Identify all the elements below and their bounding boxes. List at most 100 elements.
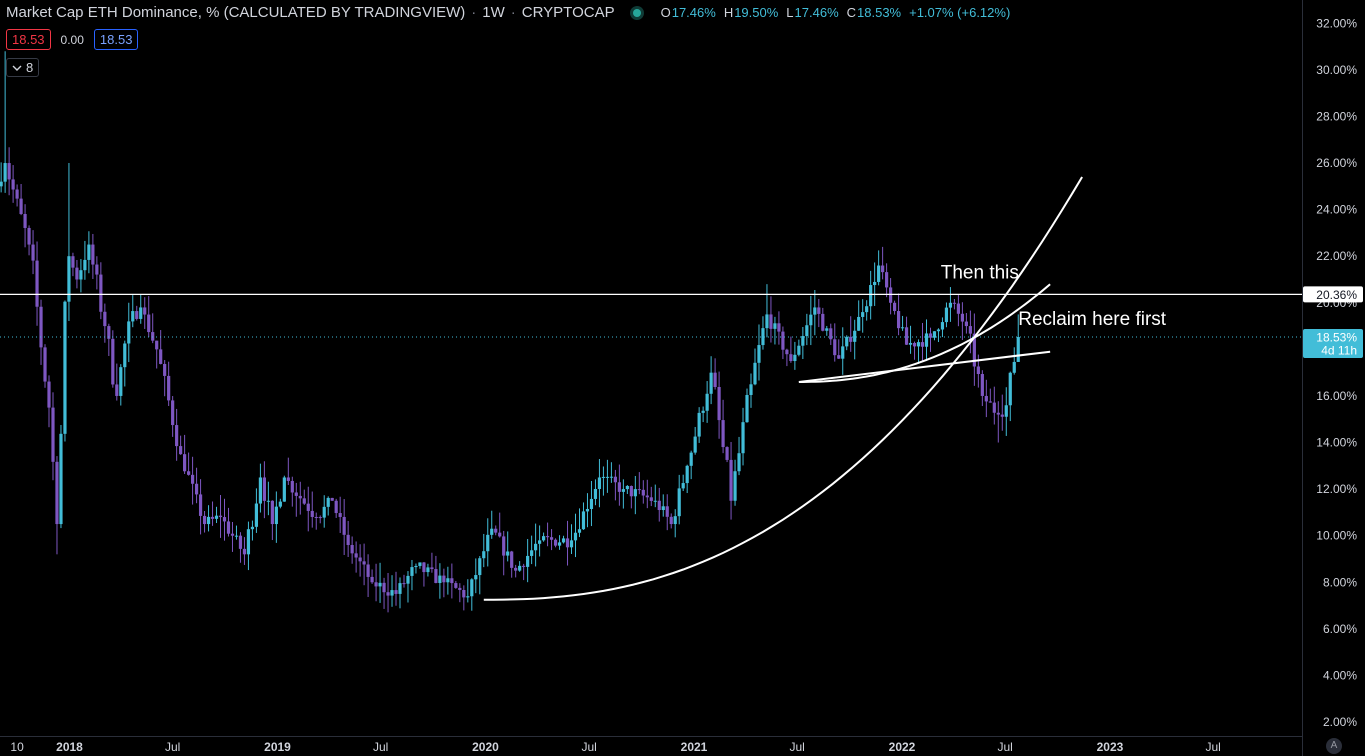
candle-body [95,264,99,275]
candle-body [617,482,621,492]
candle-body [697,412,701,437]
symbol-title[interactable]: Market Cap ETH Dominance, % (CALCULATED … [6,4,465,21]
spread-value: 0.00 [60,32,84,47]
candle-body [833,339,837,356]
candle-body [725,447,729,460]
indicators-toggle-button[interactable]: 8 [6,58,40,77]
candle-body [306,503,310,511]
candle-body [984,395,988,402]
candle-body [693,436,697,453]
x-tick-label: Jul [997,740,1012,754]
candle-body [821,313,825,331]
candle-body [1000,414,1004,417]
candle-body [218,515,223,518]
candle-body [202,515,207,525]
candle-body [426,567,430,573]
high-label: H [723,5,734,20]
candle-body [226,521,231,534]
candle-body [486,534,490,552]
candle-body [502,536,506,556]
candle-body [988,401,992,403]
candle-body [183,454,187,472]
candle-body [661,506,665,511]
candle-body [7,163,11,180]
candle-body [230,533,235,536]
x-tick-label: 2023 [1097,740,1124,754]
candle-body [801,336,805,346]
y-tick-label: 30.00% [1316,63,1357,77]
market-status-icon[interactable] [632,8,641,17]
candle-body [873,281,877,286]
sell-button[interactable]: 18.53 [6,29,51,50]
candle-body [23,213,27,228]
candle-body [829,328,833,340]
x-tick-label: 2018 [56,740,83,754]
candle [63,300,67,442]
x-tick-label: 2022 [889,740,916,754]
candle-body [278,501,282,507]
price-chart[interactable]: 2.00% 4.00% 6.00% 8.00% 10.00% 12.00% 14.00% 16… [0,0,1365,756]
candle-body [968,326,972,334]
candle-body [418,562,422,566]
candle-body [1012,361,1016,373]
candle-body [845,336,849,347]
y-tick-label: 2.00% [1323,715,1357,729]
x-tick-label: Jul [582,740,597,754]
candle-body [330,497,334,501]
candle-body [314,516,318,518]
candle-body [765,314,769,329]
candle-body [936,329,941,332]
candle-body [605,476,610,478]
candle-body [621,489,625,492]
candle-body [438,575,442,583]
buy-button[interactable]: 18.53 [93,29,139,50]
candle-body [641,489,645,496]
candle-body [589,498,594,509]
candle-body [585,508,590,512]
candle-body [123,343,127,368]
candle-body [147,314,151,333]
candle-body [163,363,167,376]
candle-body [111,338,115,385]
candle-body [131,311,135,322]
candle-body [701,410,705,413]
candle [282,475,286,502]
candle-body [1016,337,1020,362]
x-tick-label: Jul [789,740,804,754]
candle-body [569,540,574,548]
interval-label[interactable]: 1W [482,4,505,21]
candle-body [625,485,629,490]
annotation-then-this: Then this [941,262,1019,283]
candle-body [127,321,131,344]
candle-body [462,590,466,598]
candle-body [565,538,570,548]
candle-body [250,526,255,530]
candle [43,344,47,388]
candle-body [354,553,358,558]
candle-body [757,345,761,363]
candle-body [506,551,510,556]
candle-body [545,536,550,538]
candle-body [474,575,478,580]
candle-body [514,567,518,571]
candle-body [573,532,578,541]
candle-body [653,500,657,502]
candle-body [187,471,191,475]
candle-body [318,517,322,519]
candle-body [912,342,917,347]
auto-scale-button[interactable]: A [1326,738,1342,754]
candle-body [777,323,781,332]
close-label: C [846,5,857,20]
candle-body [87,244,91,260]
candle-body [190,474,195,484]
hline-price-label: 20.36% [1316,288,1357,302]
candle-body [857,316,861,331]
close-value: 18.53% [857,5,902,20]
candle-body [298,495,302,499]
candle-body [613,476,617,483]
candle-body [274,506,278,525]
candle [59,424,63,529]
candle-body [645,495,649,498]
candle-body [394,590,398,594]
high-value: 19.50% [734,5,779,20]
